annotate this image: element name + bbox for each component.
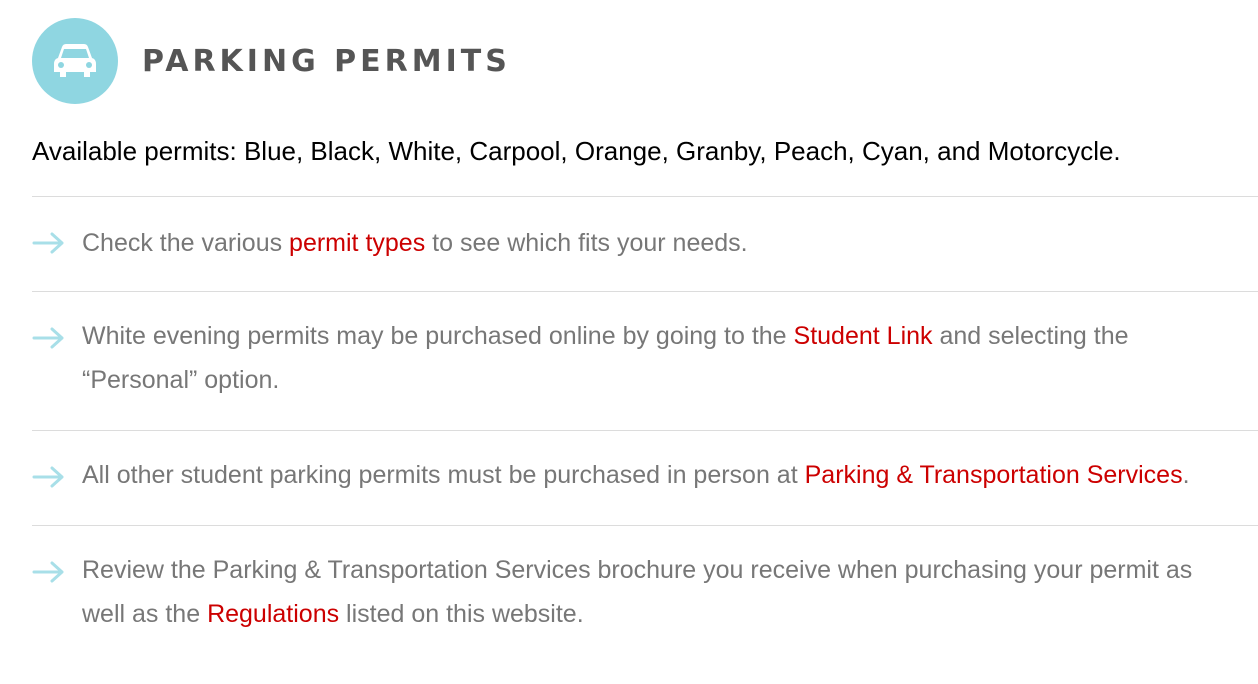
arrow-right-icon: [32, 466, 64, 488]
car-icon: [54, 44, 96, 77]
item-text: listed on this website.: [339, 600, 584, 628]
item-text: to see which fits your needs.: [425, 229, 748, 257]
item-text: Check the various: [82, 229, 290, 257]
regulations-link[interactable]: Regulations: [207, 600, 339, 628]
permit-info-list: Check the various permit types to see wh…: [32, 196, 1258, 664]
parking-transportation-services-link[interactable]: Parking & Transportation Services: [805, 461, 1183, 489]
arrow-right-icon: [32, 327, 64, 349]
list-item: Check the various permit types to see wh…: [32, 196, 1258, 291]
list-item: All other student parking permits must b…: [32, 430, 1258, 525]
page-title: PARKING PERMITS: [142, 43, 511, 79]
arrow-right-icon: [32, 561, 64, 583]
item-text: All other student parking permits must b…: [82, 461, 805, 489]
car-badge: [32, 18, 118, 104]
student-link-link[interactable]: Student Link: [794, 322, 933, 350]
available-permits-text: Available permits: Blue, Black, White, C…: [32, 136, 1121, 166]
list-item: White evening permits may be purchased o…: [32, 291, 1258, 430]
list-item: Review the Parking & Transportation Serv…: [32, 525, 1258, 664]
item-text: .: [1182, 461, 1190, 489]
section-header: PARKING PERMITS: [32, 18, 511, 104]
arrow-right-icon: [32, 232, 64, 254]
item-text: White evening permits may be purchased o…: [82, 322, 794, 350]
permit-types-link[interactable]: permit types: [289, 229, 425, 257]
